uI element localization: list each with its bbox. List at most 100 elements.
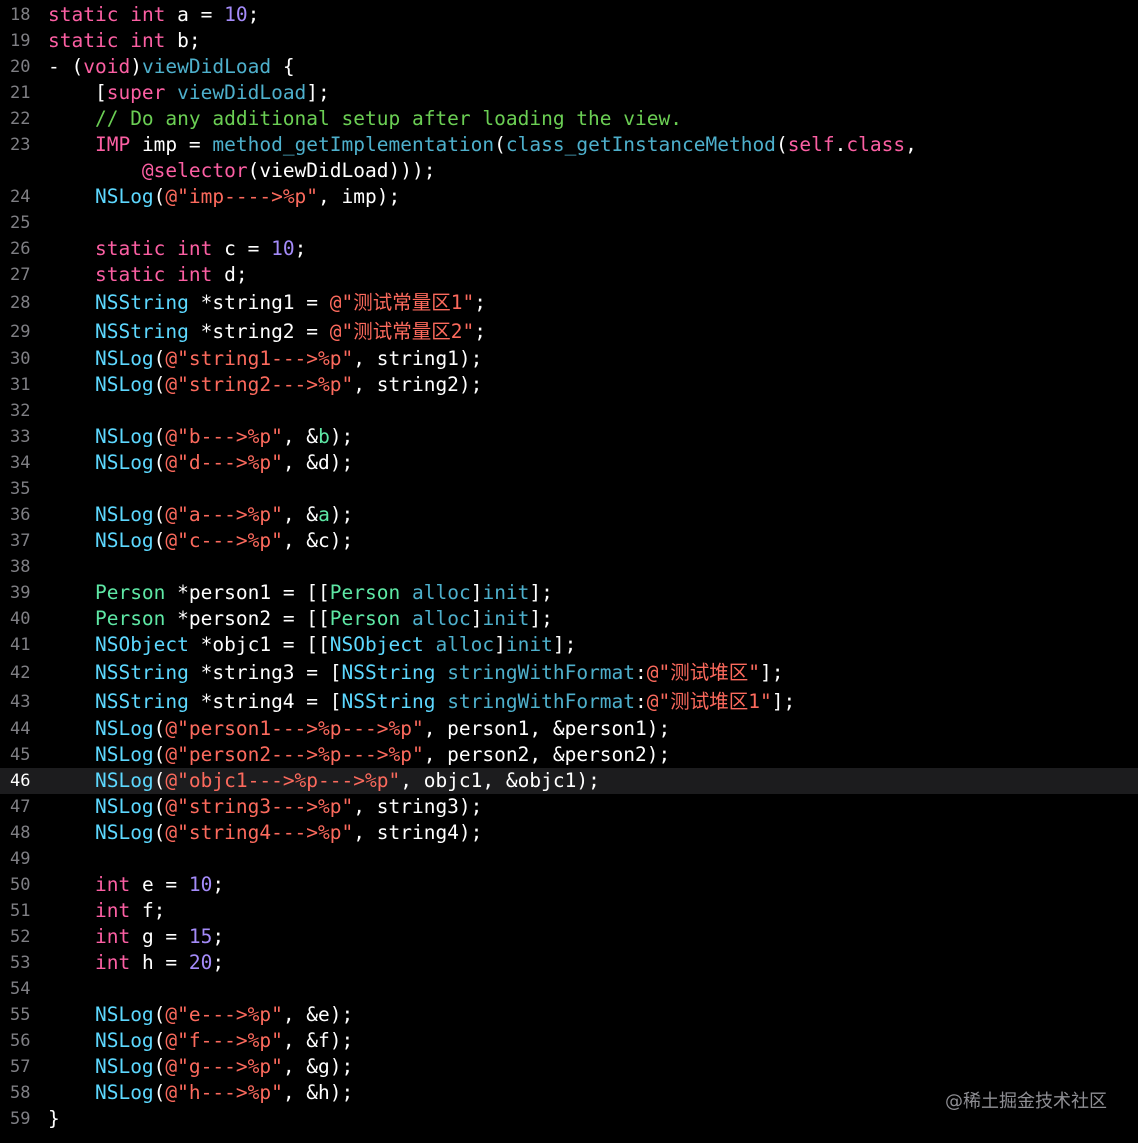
code-line[interactable]: 49 [0,846,1138,872]
code-line[interactable]: 50 int e = 10; [0,872,1138,898]
code-line[interactable]: 26 static int c = 10; [0,236,1138,262]
line-content[interactable]: NSLog(@"d--->%p", &d); [48,450,1138,476]
code-line[interactable]: 54 [0,976,1138,1002]
line-content[interactable]: NSLog(@"g--->%p", &g); [48,1054,1138,1080]
current-line[interactable]: 46 NSLog(@"objc1--->%p--->%p", objc1, &o… [0,768,1138,794]
line-number[interactable]: 18 [0,5,48,25]
line-content[interactable]: [super viewDidLoad]; [48,80,1138,106]
line-content[interactable]: NSLog(@"objc1--->%p--->%p", objc1, &objc… [48,768,1138,794]
code-line[interactable]: 32 [0,398,1138,424]
line-content[interactable]: // Do any additional setup after loading… [48,106,1138,132]
code-line[interactable]: 18 static int a = 10; [0,2,1138,28]
line-number[interactable]: 22 [0,109,48,129]
code-line[interactable]: 21 [super viewDidLoad]; [0,80,1138,106]
code-line[interactable]: 45 NSLog(@"person2--->%p--->%p", person2… [0,742,1138,768]
code-line[interactable]: 27 static int d; [0,262,1138,288]
line-content[interactable]: int f; [48,898,1138,924]
line-content[interactable]: NSLog(@"f--->%p", &f); [48,1028,1138,1054]
line-content[interactable]: static int b; [48,28,1138,54]
line-content[interactable]: NSLog(@"person2--->%p--->%p", person2, &… [48,742,1138,768]
line-number[interactable]: 54 [0,979,48,999]
code-line[interactable]: 25 [0,210,1138,236]
line-number[interactable]: 52 [0,927,48,947]
code-line[interactable]: 37 NSLog(@"c--->%p", &c); [0,528,1138,554]
code-line[interactable]: 42 NSString *string3 = [NSString stringW… [0,658,1138,687]
line-number[interactable]: 36 [0,505,48,525]
line-content[interactable]: NSLog(@"c--->%p", &c); [48,528,1138,554]
line-content[interactable]: Person *person2 = [[Person alloc]init]; [48,606,1138,632]
line-content[interactable]: static int c = 10; [48,236,1138,262]
code-line[interactable]: 28 NSString *string1 = @"测试常量区1"; [0,288,1138,317]
code-line[interactable]: 33 NSLog(@"b--->%p", &b); [0,424,1138,450]
code-line[interactable]: 48 NSLog(@"string4--->%p", string4); [0,820,1138,846]
line-number[interactable]: 34 [0,453,48,473]
line-number[interactable]: 51 [0,901,48,921]
code-line[interactable]: 22 // Do any additional setup after load… [0,106,1138,132]
line-content[interactable]: NSString *string4 = [NSString stringWith… [48,687,1138,716]
line-content[interactable]: NSLog(@"person1--->%p--->%p", person1, &… [48,716,1138,742]
line-number[interactable]: 32 [0,401,48,421]
line-number[interactable]: 21 [0,83,48,103]
code-line[interactable]: 38 [0,554,1138,580]
line-number[interactable]: 29 [0,322,48,342]
line-number[interactable]: 47 [0,797,48,817]
line-number[interactable]: 40 [0,609,48,629]
line-number[interactable]: 53 [0,953,48,973]
code-line[interactable]: 52 int g = 15; [0,924,1138,950]
line-number[interactable]: 44 [0,719,48,739]
line-content[interactable]: - (void)viewDidLoad { [48,54,1138,80]
line-number[interactable]: 28 [0,293,48,313]
code-lines[interactable]: 18 static int a = 10; 19 static int b; 20- (… [0,2,1138,1132]
line-number[interactable]: 23 [0,132,48,158]
line-number[interactable]: 59 [0,1109,48,1129]
line-number[interactable]: 58 [0,1083,48,1103]
code-line[interactable]: 41 NSObject *objc1 = [[NSObject alloc]in… [0,632,1138,658]
line-number[interactable]: 43 [0,692,48,712]
code-line[interactable]: 35 [0,476,1138,502]
line-number[interactable]: 46 [0,771,48,791]
code-line[interactable]: 36 NSLog(@"a--->%p", &a); [0,502,1138,528]
line-content[interactable]: int e = 10; [48,872,1138,898]
code-line[interactable]: 53 int h = 20; [0,950,1138,976]
line-content[interactable]: IMP imp = method_getImplementation(class… [48,132,1138,184]
line-number[interactable]: 42 [0,663,48,683]
line-number[interactable]: 35 [0,479,48,499]
line-content[interactable]: NSObject *objc1 = [[NSObject alloc]init]… [48,632,1138,658]
line-number[interactable]: 20 [0,57,48,77]
code-line[interactable]: 31 NSLog(@"string2--->%p", string2); [0,372,1138,398]
line-number[interactable]: 25 [0,213,48,233]
line-number[interactable]: 55 [0,1005,48,1025]
line-content[interactable]: NSLog(@"a--->%p", &a); [48,502,1138,528]
line-number[interactable]: 24 [0,187,48,207]
code-line[interactable]: 39 Person *person1 = [[Person alloc]init… [0,580,1138,606]
line-content[interactable]: NSLog(@"e--->%p", &e); [48,1002,1138,1028]
code-line[interactable]: 57 NSLog(@"g--->%p", &g); [0,1054,1138,1080]
line-number[interactable]: 41 [0,635,48,655]
code-line[interactable]: 30 NSLog(@"string1--->%p", string1); [0,346,1138,372]
code-line[interactable]: 23 IMP imp = method_getImplementation(cl… [0,132,1138,184]
line-number[interactable]: 30 [0,349,48,369]
line-number[interactable]: 26 [0,239,48,259]
line-number[interactable]: 50 [0,875,48,895]
code-line[interactable]: 34 NSLog(@"d--->%p", &d); [0,450,1138,476]
line-content[interactable]: NSLog(@"imp---->%p", imp); [48,184,1138,210]
line-number[interactable]: 33 [0,427,48,447]
line-content[interactable]: NSLog(@"string3--->%p", string3); [48,794,1138,820]
code-line[interactable]: 40 Person *person2 = [[Person alloc]init… [0,606,1138,632]
code-line[interactable]: 19 static int b; [0,28,1138,54]
line-number[interactable]: 38 [0,557,48,577]
line-content[interactable]: NSString *string3 = [NSString stringWith… [48,658,1138,687]
code-line[interactable]: 24 NSLog(@"imp---->%p", imp); [0,184,1138,210]
code-line[interactable]: 47 NSLog(@"string3--->%p", string3); [0,794,1138,820]
code-line[interactable]: 44 NSLog(@"person1--->%p--->%p", person1… [0,716,1138,742]
line-content[interactable]: NSLog(@"b--->%p", &b); [48,424,1138,450]
line-number[interactable]: 27 [0,265,48,285]
code-line[interactable]: 56 NSLog(@"f--->%p", &f); [0,1028,1138,1054]
code-line[interactable]: 43 NSString *string4 = [NSString stringW… [0,687,1138,716]
line-number[interactable]: 31 [0,375,48,395]
line-number[interactable]: 49 [0,849,48,869]
line-content[interactable]: int h = 20; [48,950,1138,976]
code-editor[interactable]: 18 static int a = 10; 19 static int b; 20- (… [0,0,1138,1143]
line-content[interactable]: int g = 15; [48,924,1138,950]
line-number[interactable]: 48 [0,823,48,843]
